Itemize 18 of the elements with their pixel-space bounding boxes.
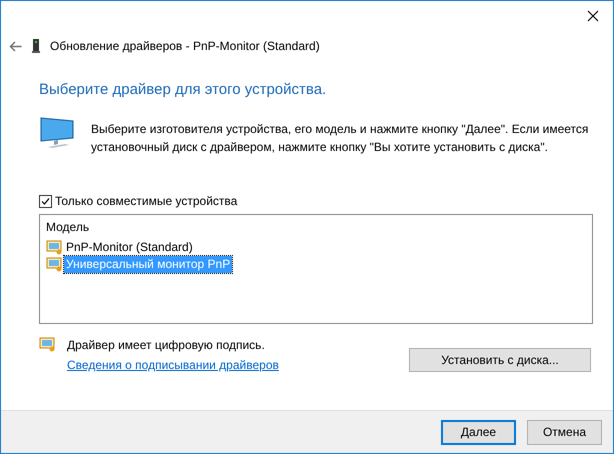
back-arrow-icon[interactable] <box>9 40 22 52</box>
checkbox-label[interactable]: Только совместимые устройства <box>55 194 238 208</box>
checkbox[interactable] <box>39 194 52 208</box>
window-title: Обновление драйверов - PnP-Monitor (Standard) <box>50 39 320 53</box>
cancel-button[interactable]: Отмена <box>527 420 602 444</box>
driver-icon <box>46 256 63 273</box>
have-disk-button[interactable]: Установить с диска... <box>409 348 591 372</box>
list-item[interactable]: PnP-Monitor (Standard) <box>64 239 195 256</box>
signing-info-link[interactable]: Сведения о подписывании драйверов <box>67 358 279 372</box>
certificate-icon <box>39 336 56 353</box>
device-icon <box>32 39 40 53</box>
list-header: Модель <box>46 220 90 234</box>
instructions-text: Выберите изготовителя устройства, его модель и нажмите кнопку "Далее". Если имеется установочный диск с драйвером, нажмите кнопку "Вы хотите установить с диска". <box>91 121 590 156</box>
next-button[interactable]: Далее <box>441 420 516 444</box>
driver-icon <box>46 239 63 256</box>
heading: Выберите драйвер для этого устройства. <box>39 81 328 98</box>
signature-status: Драйвер имеет цифровую подпись. <box>67 338 266 352</box>
close-icon[interactable] <box>587 10 599 22</box>
